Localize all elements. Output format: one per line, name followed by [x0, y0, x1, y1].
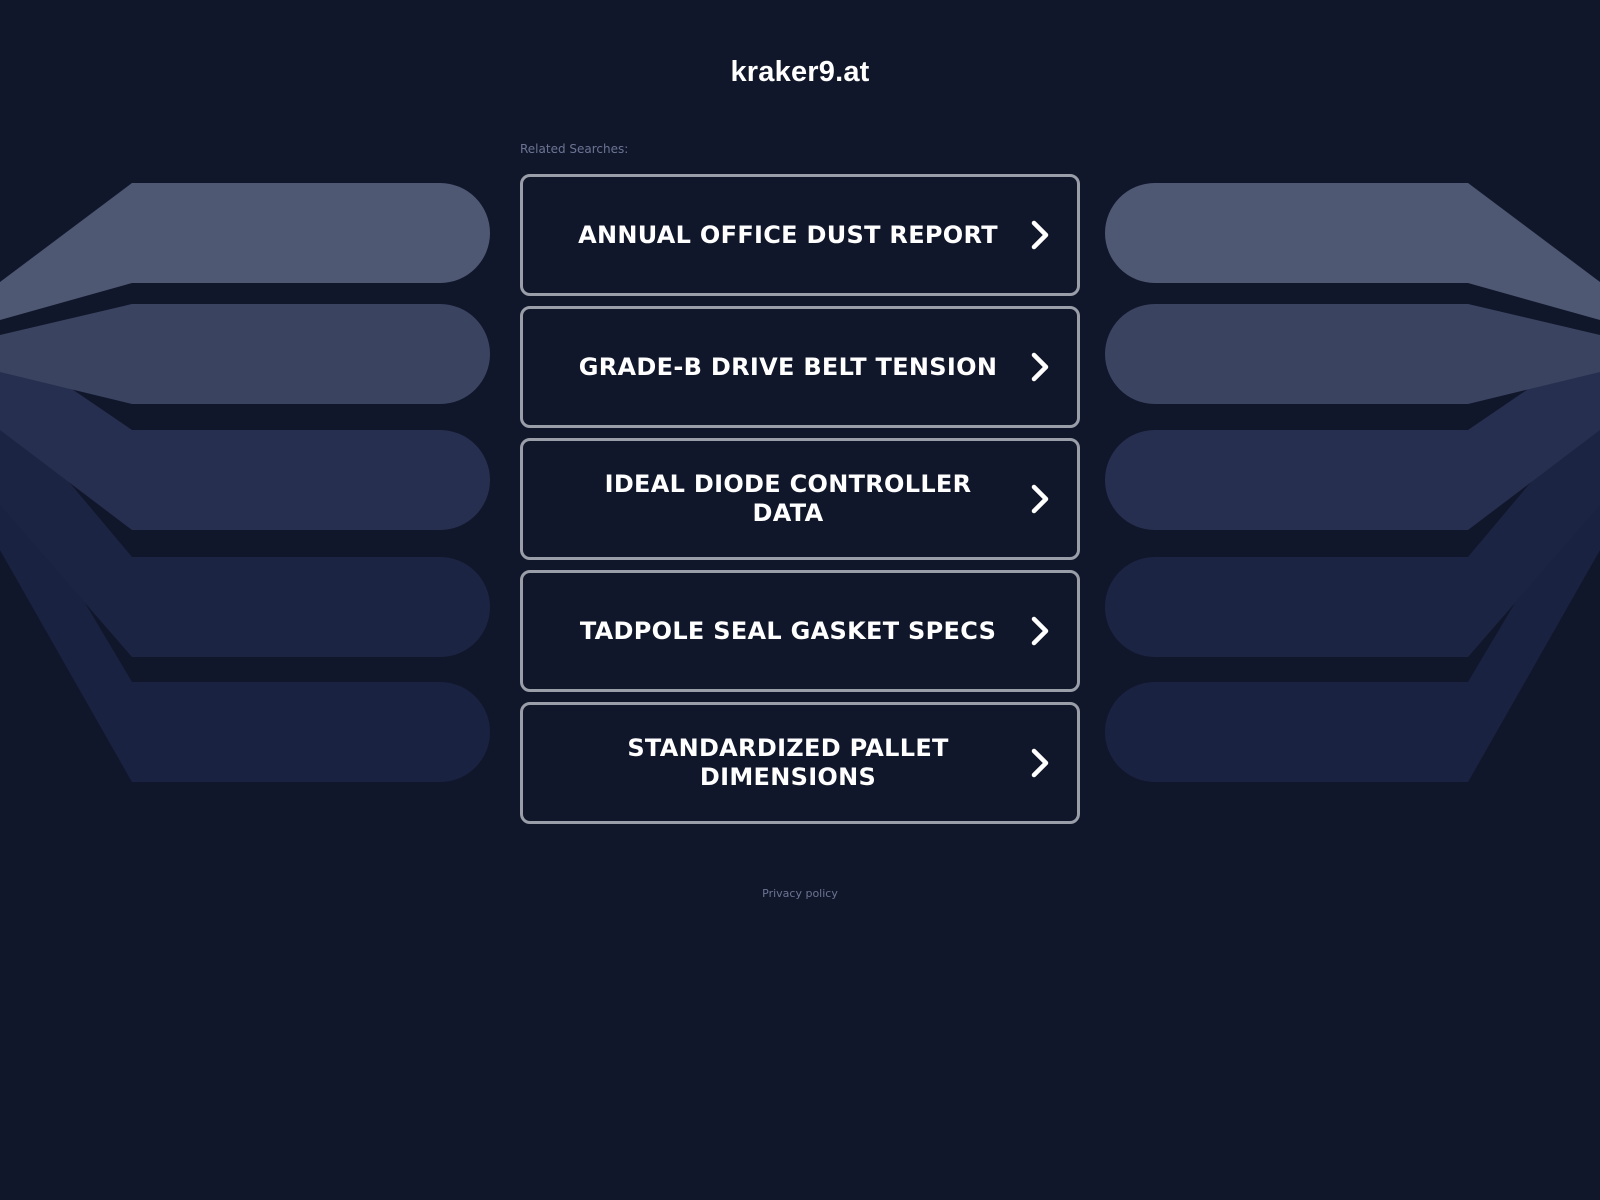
privacy-policy-link[interactable]: Privacy policy	[762, 887, 838, 900]
chevron-right-icon	[1031, 484, 1049, 514]
related-search-link[interactable]: ANNUAL OFFICE DUST REPORT	[520, 174, 1080, 296]
chevron-right-icon	[1031, 748, 1049, 778]
related-search-link[interactable]: STANDARDIZED PALLET DIMENSIONS	[520, 702, 1080, 824]
left-band-1	[0, 183, 490, 320]
site-title: kraker9.at	[730, 56, 870, 88]
right-band-1	[1105, 183, 1600, 320]
related-search-link[interactable]: TADPOLE SEAL GASKET SPECS	[520, 570, 1080, 692]
chevron-right-icon	[1031, 616, 1049, 646]
related-search-label: GRADE-B DRIVE BELT TENSION	[578, 352, 998, 381]
related-searches-label: Related Searches:	[520, 142, 629, 156]
right-band-2	[1105, 304, 1600, 404]
related-search-link[interactable]: GRADE-B DRIVE BELT TENSION	[520, 306, 1080, 428]
related-search-label: TADPOLE SEAL GASKET SPECS	[579, 616, 997, 645]
related-search-label: IDEAL DIODE CONTROLLER DATA	[604, 470, 972, 527]
chevron-right-icon	[1031, 220, 1049, 250]
footer: Privacy policy	[0, 887, 1600, 900]
related-search-label: STANDARDIZED PALLET DIMENSIONS	[627, 734, 949, 791]
left-band-2	[0, 304, 490, 404]
related-search-link[interactable]: IDEAL DIODE CONTROLLER DATA	[520, 438, 1080, 560]
related-search-label: ANNUAL OFFICE DUST REPORT	[578, 220, 998, 249]
chevron-right-icon	[1031, 352, 1049, 382]
related-searches-list: ANNUAL OFFICE DUST REPORT GRADE-B DRIVE …	[520, 174, 1080, 834]
